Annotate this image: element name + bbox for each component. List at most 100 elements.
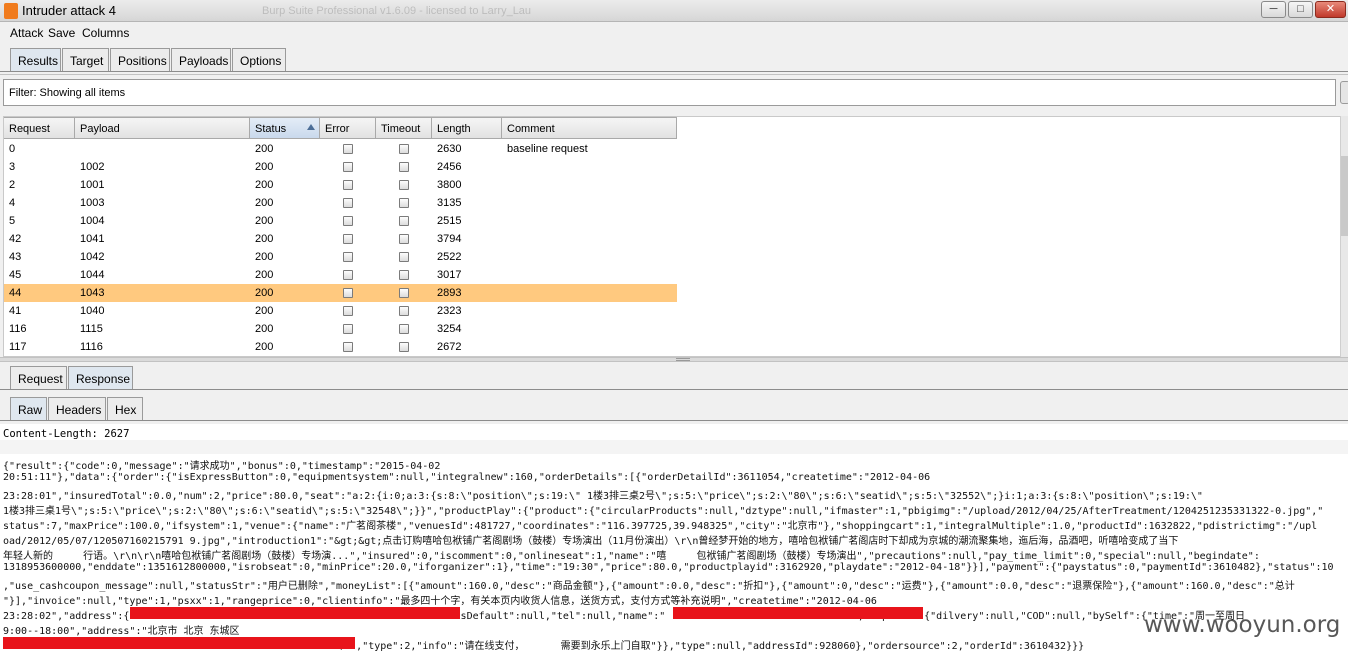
menu-columns[interactable]: Columns	[82, 26, 129, 40]
response-line: 9:00--18:00","address":"北京市 北京 东城区	[3, 626, 240, 637]
cell-payload: 1043	[80, 287, 105, 299]
column-comment[interactable]: Comment	[502, 117, 677, 139]
divider-grip-icon[interactable]	[676, 358, 690, 361]
timeout-checkbox[interactable]	[399, 162, 409, 172]
error-checkbox[interactable]	[343, 270, 353, 280]
response-line: oad/2012/05/07/120507160215791 9.jpg","i…	[3, 536, 1179, 547]
timeout-checkbox[interactable]	[399, 198, 409, 208]
error-checkbox[interactable]	[343, 180, 353, 190]
cell-comment: baseline request	[507, 143, 588, 155]
timeout-checkbox[interactable]	[399, 288, 409, 298]
tab-target[interactable]: Target	[62, 48, 109, 72]
cell-payload: 1116	[80, 341, 103, 353]
tab-positions[interactable]: Positions	[110, 48, 170, 72]
tab-headers[interactable]: Headers	[48, 397, 106, 421]
tab-raw[interactable]: Raw	[10, 397, 47, 421]
table-row[interactable]: 116 1115 200 3254	[4, 320, 677, 338]
cell-status: 200	[255, 287, 274, 299]
error-checkbox[interactable]	[343, 342, 353, 352]
cell-status: 200	[255, 143, 274, 155]
response-line: {"result":{"code":0,"message":"请求成功","bo…	[3, 461, 441, 472]
timeout-checkbox[interactable]	[399, 306, 409, 316]
cell-length: 3794	[437, 233, 462, 245]
filter-bar[interactable]: Filter: Showing all items	[3, 79, 1336, 106]
table-row[interactable]: 43 1042 200 2522	[4, 248, 677, 266]
response-line: status":7,"maxPrice":100.0,"ifsystem":1,…	[3, 521, 1318, 532]
error-checkbox[interactable]	[343, 216, 353, 226]
cell-request: 117	[9, 341, 27, 353]
cell-status: 200	[255, 197, 274, 209]
view-tab-underline	[0, 420, 1348, 421]
menu-save[interactable]: Save	[48, 26, 75, 40]
cell-request: 41	[9, 305, 22, 317]
column-payload[interactable]: Payload	[75, 117, 250, 139]
tab-payloads[interactable]: Payloads	[171, 48, 231, 72]
cell-status: 200	[255, 341, 274, 353]
response-line: "}],"invoice":null,"type":1,"psxx":1,"ra…	[3, 596, 877, 607]
scrollbar-thumb[interactable]	[1341, 156, 1348, 236]
table-row[interactable]: 3 1002 200 2456	[4, 158, 677, 176]
burp-app-icon	[4, 3, 18, 19]
error-checkbox[interactable]	[343, 288, 353, 298]
error-checkbox[interactable]	[343, 144, 353, 154]
cell-request: 0	[9, 143, 16, 155]
response-line: 1楼3排三桌1号\";s:5:\"price\";s:2:\"80\";s:6:…	[3, 506, 1324, 517]
cell-request: 2	[9, 179, 16, 191]
cell-payload: 1002	[80, 161, 105, 173]
timeout-checkbox[interactable]	[399, 252, 409, 262]
column-length[interactable]: Length	[432, 117, 502, 139]
tab-results[interactable]: Results	[10, 48, 61, 72]
content-length-header: Content-Length: 2627	[3, 428, 130, 440]
close-button[interactable]: ✕	[1315, 1, 1346, 18]
timeout-checkbox[interactable]	[399, 180, 409, 190]
error-checkbox[interactable]	[343, 306, 353, 316]
response-line: 年轻人新的 行语。\r\n\r\n嘻哈包袱铺广茗阁剧场（鼓楼）专场演...","…	[3, 551, 1260, 562]
column-request[interactable]: Request	[4, 117, 75, 139]
column-status-label: Status	[255, 123, 287, 135]
response-line: 1318953600000,"enddate":1351612800000,"i…	[3, 562, 1334, 573]
column-status[interactable]: Status	[250, 117, 320, 139]
tab-options[interactable]: Options	[232, 48, 286, 72]
table-row[interactable]: 45 1044 200 3017	[4, 266, 677, 284]
cell-request: 4	[9, 197, 16, 209]
error-checkbox[interactable]	[343, 162, 353, 172]
response-line: 23:28:01","insuredTotal":0.0,"num":2,"pr…	[3, 491, 1203, 502]
table-row[interactable]: 41 1040 200 2323	[4, 302, 677, 320]
timeout-checkbox[interactable]	[399, 270, 409, 280]
watermark: www.wooyun.org	[1144, 612, 1341, 638]
column-timeout[interactable]: Timeout	[376, 117, 432, 139]
table-row[interactable]: 42 1041 200 3794	[4, 230, 677, 248]
table-row[interactable]: 0 200 2630 baseline request	[4, 140, 677, 158]
error-checkbox[interactable]	[343, 198, 353, 208]
tab-request[interactable]: Request	[10, 366, 67, 390]
table-row[interactable]: 2 1001 200 3800	[4, 176, 677, 194]
menu-attack[interactable]: Attack	[10, 26, 43, 40]
column-error[interactable]: Error	[320, 117, 376, 139]
error-checkbox[interactable]	[343, 234, 353, 244]
table-row[interactable]: 117 1116 200 2672	[4, 338, 677, 356]
timeout-checkbox[interactable]	[399, 144, 409, 154]
tab-underline-2	[0, 74, 1348, 75]
error-checkbox[interactable]	[343, 252, 353, 262]
error-checkbox[interactable]	[343, 324, 353, 334]
table-scrollbar[interactable]	[1340, 116, 1348, 357]
table-row[interactable]: 5 1004 200 2515	[4, 212, 677, 230]
timeout-checkbox[interactable]	[399, 216, 409, 226]
cell-request: 116	[9, 323, 27, 335]
split-divider[interactable]	[0, 357, 1348, 362]
background-window-title: Burp Suite Professional v1.6.09 - licens…	[262, 5, 532, 17]
tab-response[interactable]: Response	[68, 366, 133, 390]
table-row[interactable]: 44 1043 200 2893	[4, 284, 677, 302]
timeout-checkbox[interactable]	[399, 342, 409, 352]
minimize-button[interactable]: ─	[1261, 1, 1286, 18]
filter-side-button[interactable]	[1340, 81, 1348, 104]
tab-hex[interactable]: Hex	[107, 397, 143, 421]
maximize-button[interactable]: □	[1288, 1, 1313, 18]
table-row[interactable]: 4 1003 200 3135	[4, 194, 677, 212]
timeout-checkbox[interactable]	[399, 324, 409, 334]
header-body-separator	[0, 440, 1348, 454]
cell-length: 3800	[437, 179, 462, 191]
cell-request: 5	[9, 215, 16, 227]
view-tab-bar: Raw Headers Hex	[10, 397, 150, 421]
timeout-checkbox[interactable]	[399, 234, 409, 244]
